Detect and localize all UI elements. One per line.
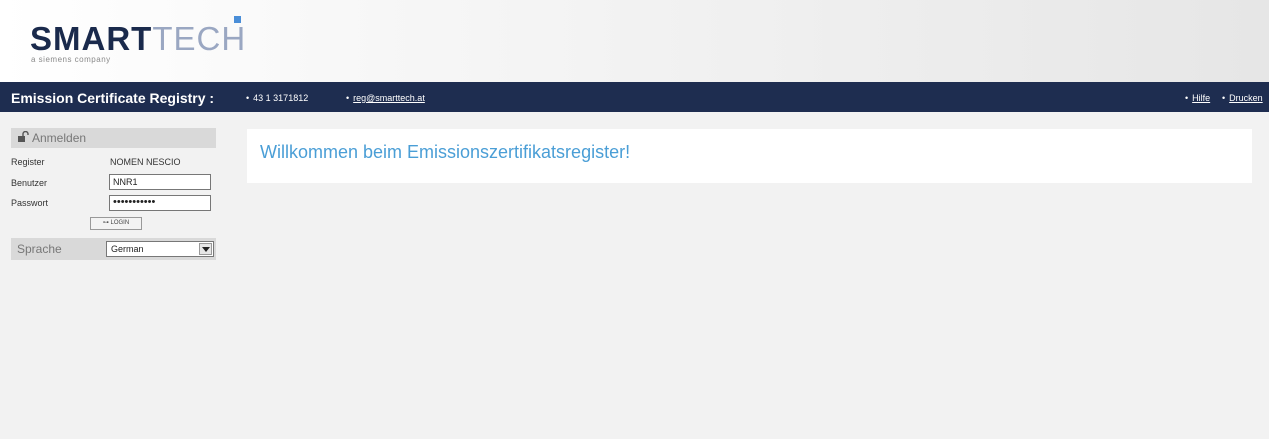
top-navbar: Emission Certificate Registry : • 43 1 31…	[0, 82, 1269, 112]
help-link[interactable]: Hilfe	[1192, 93, 1210, 103]
help-item: • Hilfe	[1185, 93, 1211, 103]
phone-number: • 43 1 3171812	[246, 93, 309, 103]
key-icon: ⊶	[102, 220, 111, 226]
user-input[interactable]	[109, 174, 211, 190]
print-item: • Drucken	[1222, 93, 1263, 103]
language-selected-value: German	[111, 244, 144, 254]
language-select[interactable]: German	[106, 241, 214, 257]
login-panel-header: Anmelden	[11, 128, 216, 148]
user-label: Benutzer	[11, 178, 48, 188]
language-label: Sprache	[17, 242, 62, 256]
welcome-panel: Willkommen beim Emissionszertifikatsregi…	[247, 129, 1252, 183]
register-label: Register	[11, 157, 45, 167]
logo-smart-text: SMART	[30, 20, 153, 57]
logo-wordmark: SMARTTECH	[30, 22, 246, 55]
login-button[interactable]: ⊶ LOGIN	[90, 217, 142, 230]
register-row: Register NOMEN NESCIO	[11, 154, 216, 174]
login-button-label: LOGIN	[110, 220, 130, 226]
password-row: Passwort •••••••••••	[11, 194, 216, 214]
language-row: Sprache German	[11, 238, 216, 260]
phone-text: 43 1 3171812	[253, 93, 309, 103]
logo-tech-text: TECH	[152, 20, 247, 57]
user-row: Benutzer	[11, 174, 216, 194]
registry-title: Emission Certificate Registry :	[11, 90, 215, 106]
email-link[interactable]: reg@smarttech.at	[353, 93, 425, 103]
login-button-row: ⊶ LOGIN	[11, 214, 216, 234]
print-link[interactable]: Drucken	[1229, 93, 1263, 103]
header: SMARTTECH a siemens company	[0, 0, 1269, 82]
login-sidebar: Anmelden Register NOMEN NESCIO Benutzer …	[11, 128, 216, 260]
login-header-text: Anmelden	[32, 131, 87, 145]
password-input[interactable]: •••••••••••	[109, 195, 211, 211]
email-item: • reg@smarttech.at	[346, 93, 425, 103]
chevron-down-icon[interactable]	[199, 243, 212, 255]
register-value: NOMEN NESCIO	[110, 157, 181, 167]
smarttech-logo[interactable]: SMARTTECH a siemens company	[30, 22, 246, 64]
welcome-title: Willkommen beim Emissionszertifikatsregi…	[260, 142, 631, 162]
logo-square-icon	[234, 16, 241, 23]
lock-open-icon	[18, 131, 29, 142]
password-label: Passwort	[11, 198, 49, 208]
